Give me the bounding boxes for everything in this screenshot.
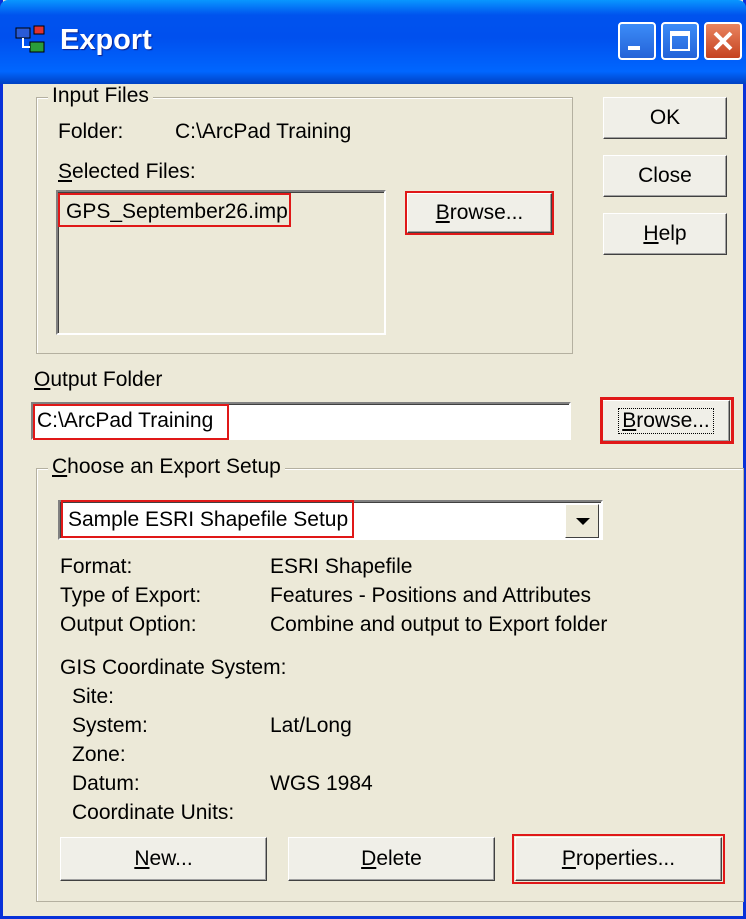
output-folder-value: C:\ArcPad Training [37, 409, 214, 432]
system-label: System: [72, 714, 148, 737]
export-app-icon [15, 25, 45, 53]
ok-button[interactable]: OK [603, 97, 727, 139]
site-label: Site: [72, 685, 115, 708]
export-setup-select[interactable]: Sample ESRI Shapefile Setup [58, 500, 603, 540]
list-item[interactable]: GPS_September26.imp [66, 200, 288, 224]
export-setup-label: Choose an Export Setup [48, 455, 285, 479]
folder-label: Folder: [58, 120, 124, 143]
close-icon [713, 31, 733, 51]
output-browse-label: Browse... [618, 408, 714, 434]
help-button[interactable]: Help [603, 213, 727, 255]
input-browse-button[interactable]: Browse... [407, 193, 552, 233]
maximize-button[interactable] [661, 22, 699, 60]
folder-value: C:\ArcPad Training [175, 120, 352, 143]
close-label: Close [638, 164, 692, 187]
selected-files-label: Selected Files: [58, 160, 196, 183]
properties-button[interactable]: Properties... [515, 837, 722, 881]
properties-label: Properties... [561, 847, 676, 870]
output-browse-button[interactable]: Browse... [602, 400, 730, 442]
output-option-value: Combine and output to Export folder [270, 613, 608, 636]
ok-label: OK [649, 106, 681, 129]
output-folder-label: Output Folder [34, 368, 163, 391]
title-bar[interactable]: Export [0, 0, 746, 84]
delete-label: Delete [361, 847, 422, 870]
selected-files-list[interactable]: GPS_September26.imp [56, 190, 386, 335]
close-window-button[interactable] [704, 22, 742, 60]
format-value: ESRI Shapefile [270, 555, 413, 578]
maximize-icon [670, 31, 690, 51]
datum-label: Datum: [72, 772, 140, 795]
window-title: Export [60, 24, 152, 56]
output-folder-input[interactable]: C:\ArcPad Training [31, 402, 571, 440]
coordinate-units-label: Coordinate Units: [72, 801, 235, 824]
gis-coordinate-system-label: GIS Coordinate System: [60, 656, 287, 679]
output-option-label: Output Option: [60, 613, 197, 636]
input-files-label: Input Files [48, 84, 153, 108]
input-browse-label: Browse... [435, 201, 524, 224]
minimize-icon [628, 46, 640, 50]
close-button[interactable]: Close [603, 155, 727, 197]
export-dialog: Export Input Files Folder: C:\ArcPad Tra… [0, 0, 746, 919]
datum-value: WGS 1984 [270, 772, 373, 795]
new-button[interactable]: New... [60, 837, 267, 881]
zone-label: Zone: [72, 743, 126, 766]
help-label: Help [643, 222, 687, 245]
new-label: New... [134, 847, 193, 870]
system-value: Lat/Long [270, 714, 352, 737]
export-setup-value: Sample ESRI Shapefile Setup [68, 508, 349, 531]
minimize-button[interactable] [618, 22, 656, 60]
format-label: Format: [60, 555, 133, 578]
dropdown-arrow-icon[interactable] [565, 504, 599, 538]
type-of-export-label: Type of Export: [60, 584, 202, 607]
delete-button[interactable]: Delete [288, 837, 495, 881]
type-of-export-value: Features - Positions and Attributes [270, 584, 591, 607]
